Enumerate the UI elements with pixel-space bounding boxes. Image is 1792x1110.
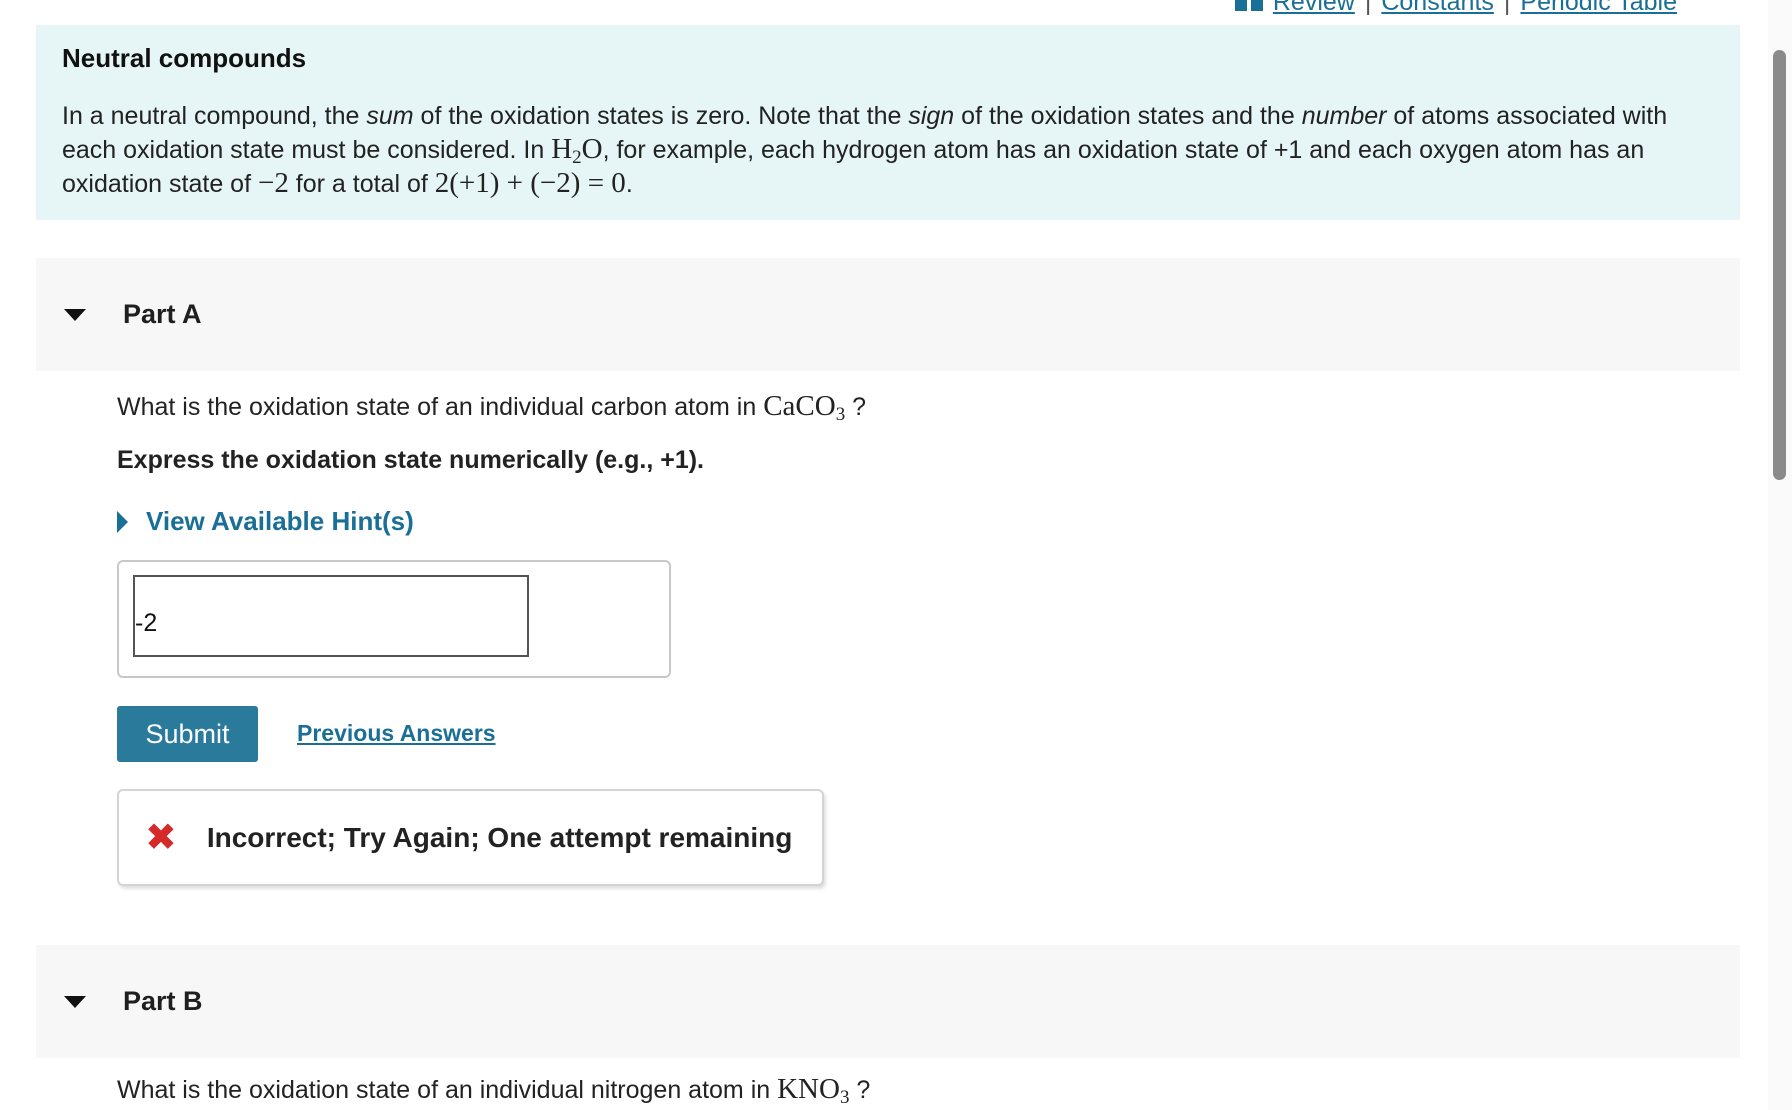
question-text: ? <box>849 1076 871 1104</box>
separator: | <box>1503 0 1511 16</box>
book-icon <box>1234 0 1263 11</box>
feedback-text: Incorrect; Try Again; One attempt remain… <box>206 821 793 853</box>
scrollbar-track[interactable] <box>1768 0 1792 1110</box>
question-text: What is the oxidation state of an indivi… <box>117 1076 778 1104</box>
formula-element: O <box>581 133 603 165</box>
part-b-question: What is the oxidation state of an indivi… <box>117 1073 871 1107</box>
previous-answers-link[interactable]: Previous Answers <box>297 720 496 747</box>
formula-element: H <box>551 133 573 165</box>
incorrect-x-icon: ✖ <box>145 816 177 859</box>
periodic-table-link[interactable]: Periodic Table <box>1520 0 1677 17</box>
resource-links: Review | Constants | Periodic Table <box>1234 0 1677 17</box>
view-hints-toggle[interactable]: View Available Hint(s) <box>117 506 414 537</box>
intro-text-part: for a total of <box>288 170 435 198</box>
part-a-header[interactable]: Part A <box>36 258 1740 371</box>
formula-subscript: 2 <box>572 147 582 168</box>
part-a-instruction: Express the oxidation state numerically … <box>117 446 704 474</box>
part-a-title: Part A <box>123 299 202 329</box>
separator: | <box>1364 0 1372 16</box>
question-text: ? <box>845 393 867 421</box>
math-minus-two: −2 <box>257 167 289 199</box>
scrollbar-thumb[interactable] <box>1773 50 1786 480</box>
part-b-title: Part B <box>123 986 203 1016</box>
intro-emphasis-number: number <box>1301 102 1387 130</box>
part-b-header[interactable]: Part B <box>36 945 1740 1058</box>
caret-down-icon[interactable] <box>64 308 86 321</box>
part-a-question: What is the oxidation state of an indivi… <box>117 390 867 425</box>
formula-h2o: H2O <box>551 133 603 168</box>
intro-panel: Neutral compounds In a neutral compound,… <box>36 25 1740 220</box>
caret-right-icon[interactable] <box>117 510 128 533</box>
formula-caco3: CaCO3 <box>763 390 846 425</box>
intro-emphasis-sum: sum <box>366 102 414 130</box>
intro-text-part: . <box>625 170 633 198</box>
submit-button[interactable]: Submit <box>117 706 258 762</box>
intro-emphasis-sign: sign <box>908 102 955 130</box>
formula-subscript: 3 <box>835 404 846 425</box>
view-hints-label[interactable]: View Available Hint(s) <box>146 506 414 537</box>
caret-down-icon[interactable] <box>64 995 86 1008</box>
formula-element: CaCO <box>763 390 836 422</box>
review-link[interactable]: Review <box>1273 0 1355 17</box>
intro-text-part: of the oxidation states is zero. Note th… <box>413 102 909 130</box>
math-total-expression: 2(+1) + (−2) = 0 <box>434 167 626 199</box>
feedback-panel: ✖ Incorrect; Try Again; One attempt rema… <box>117 789 824 886</box>
formula-kno3: KNO3 <box>777 1073 849 1107</box>
intro-text: In a neutral compound, the sum of the ox… <box>62 100 1714 201</box>
question-text: What is the oxidation state of an indivi… <box>117 393 764 421</box>
formula-element: KNO <box>777 1073 840 1105</box>
intro-text-part: In a neutral compound, the <box>62 102 367 130</box>
answer-input[interactable] <box>133 575 529 657</box>
constants-link[interactable]: Constants <box>1381 0 1494 17</box>
intro-title: Neutral compounds <box>62 43 307 73</box>
answer-box <box>117 560 671 678</box>
intro-text-part: of the oxidation states and the <box>954 102 1302 130</box>
